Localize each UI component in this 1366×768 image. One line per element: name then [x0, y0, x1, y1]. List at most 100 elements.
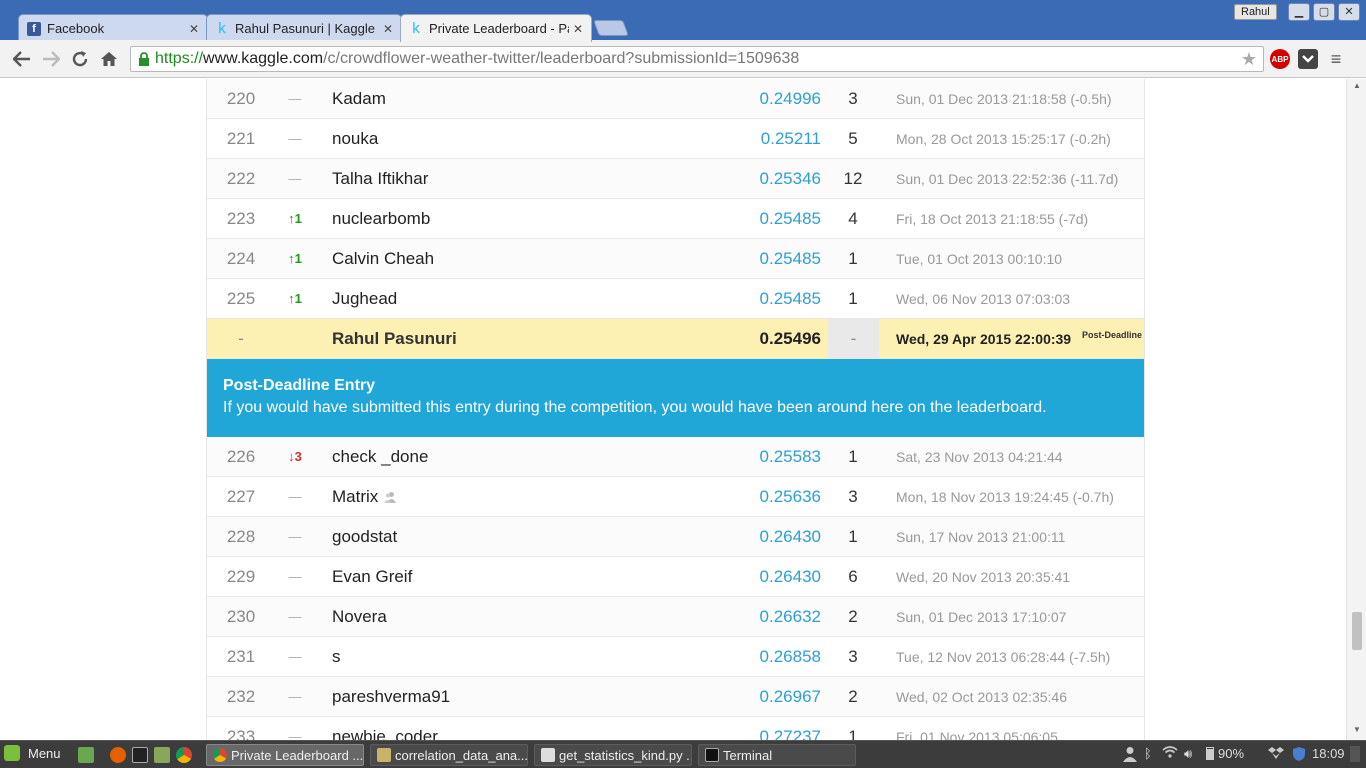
team-name[interactable]: Matrix: [332, 477, 397, 517]
score-link[interactable]: 0.25346: [737, 159, 821, 199]
files-launcher-icon[interactable]: [154, 747, 170, 763]
firefox-icon[interactable]: [110, 747, 126, 763]
team-name[interactable]: Jughead: [332, 279, 397, 319]
team-name[interactable]: pareshverma91: [332, 677, 450, 717]
text-editor-icon: [541, 748, 555, 762]
start-menu-button[interactable]: Menu: [4, 745, 61, 761]
wifi-icon[interactable]: [1162, 746, 1178, 758]
last-submission: Wed, 02 Oct 2013 02:35:46: [896, 689, 1067, 705]
score-link[interactable]: 0.24996: [737, 79, 821, 119]
score: 0.25496: [759, 329, 821, 348]
back-button[interactable]: [11, 48, 33, 70]
user-icon[interactable]: [1122, 746, 1138, 762]
team-name[interactable]: goodstat: [332, 517, 397, 557]
show-desktop-corner[interactable]: [1350, 746, 1360, 762]
task-get-statistics[interactable]: get_statistics_kind.py ...: [534, 744, 692, 766]
leaderboard-rows-after: 226 ↓3 check _done 0.25583 1 Sat, 23 Nov 2013…: [207, 437, 1144, 740]
table-row: 229 — Evan Greif 0.26430 6 Wed, 20 Nov 2013 2…: [207, 557, 1144, 597]
maximize-button[interactable]: ▢: [1313, 3, 1335, 21]
score-link[interactable]: 0.26430: [737, 517, 821, 557]
team-name-text: pareshverma91: [332, 687, 451, 706]
team-name-text: Calvin Cheah: [332, 249, 435, 268]
chrome-launcher-icon[interactable]: [176, 747, 192, 763]
score-link[interactable]: 0.25485: [737, 199, 821, 239]
team-name[interactable]: s: [332, 637, 341, 677]
entries: 5: [848, 129, 858, 148]
table-row: 232 — pareshverma91 0.26967 2 Wed, 02 Oct 201…: [207, 677, 1144, 717]
team-name[interactable]: check _done: [332, 437, 428, 477]
tab-title: Facebook: [47, 21, 105, 36]
chrome-menu-icon[interactable]: ≡: [1326, 49, 1346, 69]
score-link[interactable]: 0.25583: [737, 437, 821, 477]
score-link[interactable]: 0.25636: [737, 477, 821, 517]
team-name[interactable]: nouka: [332, 119, 378, 159]
address-bar[interactable]: https://www.kaggle.com/c/crowdflower-wea…: [130, 46, 1264, 72]
entries: 1: [848, 249, 858, 268]
last-submission: Wed, 06 Nov 2013 07:03:03: [896, 291, 1071, 307]
score-link[interactable]: 0.25211: [737, 119, 821, 159]
close-window-button[interactable]: ✕: [1338, 3, 1360, 21]
profile-button[interactable]: Rahul: [1234, 4, 1277, 20]
entries: 2: [848, 607, 858, 626]
team-name[interactable]: Talha Iftikhar: [332, 159, 428, 199]
tab-private-leaderboard[interactable]: k Private Leaderboard - Pa ✕: [400, 14, 592, 42]
score-link[interactable]: 0.27237: [737, 717, 821, 740]
scroll-up-arrow-icon[interactable]: ▲: [1347, 81, 1366, 95]
task-correlation-data[interactable]: correlation_data_ana...: [370, 744, 528, 766]
clock[interactable]: 18:09: [1312, 746, 1345, 761]
task-private-leaderboard[interactable]: Private Leaderboard ...: [206, 744, 364, 766]
team-name-text: nouka: [332, 129, 379, 148]
new-tab-button[interactable]: [593, 20, 629, 36]
score-link[interactable]: 0.26430: [737, 557, 821, 597]
team-name[interactable]: nuclearbomb: [332, 199, 430, 239]
team-name[interactable]: Rahul Pasunuri: [332, 319, 457, 359]
close-icon[interactable]: ✕: [379, 22, 397, 36]
rank: 224: [226, 249, 256, 268]
team-name[interactable]: Evan Greif: [332, 557, 412, 597]
vertical-scrollbar[interactable]: ▲ ▼: [1346, 79, 1366, 740]
task-terminal[interactable]: Terminal: [698, 744, 856, 766]
bluetooth-icon[interactable]: ᛒ: [1144, 746, 1152, 761]
scrollbar-thumb[interactable]: [1352, 612, 1362, 650]
score-link[interactable]: 0.26967: [737, 677, 821, 717]
table-row: 226 ↓3 check _done 0.25583 1 Sat, 23 Nov 2013…: [207, 437, 1144, 477]
minimize-button[interactable]: ▁: [1288, 3, 1310, 21]
score-link[interactable]: 0.26632: [737, 597, 821, 637]
forward-button[interactable]: [40, 48, 62, 70]
last-submission: Sat, 23 Nov 2013 04:21:44: [896, 449, 1063, 465]
team-name[interactable]: Calvin Cheah: [332, 239, 434, 279]
team-name[interactable]: Novera: [332, 597, 387, 637]
team-name[interactable]: newbie_coder: [332, 717, 438, 740]
adblock-plus-icon[interactable]: ABP: [1270, 49, 1290, 69]
entries: 12: [843, 169, 863, 188]
pocket-icon[interactable]: [1298, 49, 1318, 69]
team-name[interactable]: Kadam: [332, 79, 386, 119]
close-icon[interactable]: ✕: [185, 22, 203, 36]
rank: -: [238, 329, 244, 348]
shield-icon[interactable]: [1292, 746, 1306, 762]
scroll-down-arrow-icon[interactable]: ▼: [1347, 725, 1366, 739]
score-link[interactable]: 0.25485: [737, 239, 821, 279]
score-link[interactable]: 0.25485: [737, 279, 821, 319]
tab-facebook[interactable]: f Facebook ✕: [18, 14, 208, 42]
tab-title: Rahul Pasunuri | Kaggle: [235, 21, 375, 36]
bookmark-star-icon[interactable]: ★: [1241, 49, 1257, 70]
last-submission: Sun, 17 Nov 2013 21:00:11: [896, 529, 1066, 545]
entries: 3: [848, 647, 858, 666]
tab-kaggle-profile[interactable]: k Rahul Pasunuri | Kaggle ✕: [206, 14, 402, 42]
battery-icon: [1206, 747, 1214, 760]
reload-button[interactable]: [69, 48, 91, 70]
home-icon: [101, 52, 117, 66]
terminal-launcher-icon[interactable]: [132, 747, 148, 763]
close-icon[interactable]: ✕: [569, 22, 587, 36]
battery-indicator[interactable]: 90%: [1206, 746, 1244, 761]
show-desktop-icon[interactable]: [78, 747, 94, 763]
last-submission: Tue, 12 Nov 2013 06:28:44 (-7.5h): [896, 649, 1111, 665]
rank: 228: [226, 527, 256, 546]
task-label: Private Leaderboard ...: [231, 747, 364, 763]
home-button[interactable]: [98, 48, 120, 70]
dropbox-icon[interactable]: [1268, 746, 1284, 760]
volume-icon[interactable]: 🔊︎: [1184, 746, 1192, 762]
team-name-text: newbie_coder: [332, 727, 438, 740]
score-link[interactable]: 0.26858: [737, 637, 821, 677]
